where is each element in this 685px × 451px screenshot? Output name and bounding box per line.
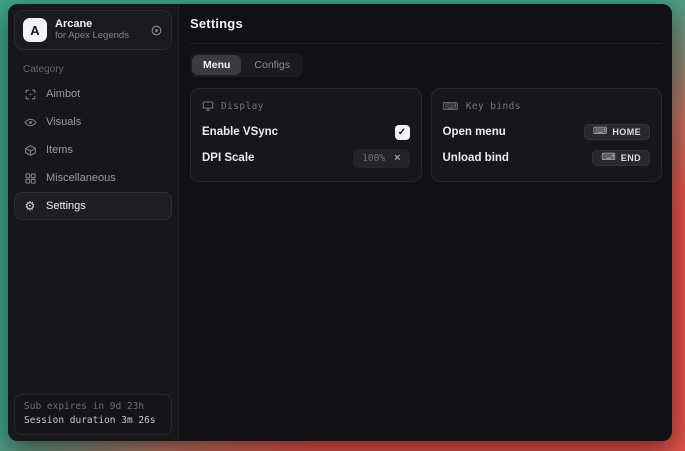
app-logo-card: A Arcane for Apex Legends: [14, 10, 172, 50]
app-logo: A: [23, 18, 47, 42]
unload-bind-row: Unload bind ⌨ END: [443, 145, 651, 171]
sidebar-item-label: Items: [46, 144, 73, 156]
unload-bind-button[interactable]: ⌨ END: [592, 150, 650, 166]
keybinds-card-title: Key binds: [466, 101, 521, 112]
main-header: Settings: [190, 4, 662, 44]
sidebar-item-label: Visuals: [46, 116, 81, 128]
subscription-status-card: Sub expires in 9d 23h Session duration 3…: [14, 394, 172, 436]
main-panel: Settings Menu Configs Display: [179, 4, 672, 441]
settings-tabs: Menu Configs: [190, 53, 303, 77]
sub-expires-text: Sub expires in 9d 23h: [24, 400, 162, 414]
check-icon: ✓: [398, 127, 406, 138]
sidebar-item-label: Aimbot: [46, 88, 80, 100]
sidebar-item-aimbot[interactable]: Aimbot: [14, 80, 172, 108]
keybinds-card: ⌨ Key binds Open menu ⌨ HOME Unload bind…: [431, 88, 663, 182]
display-card: Display Enable VSync ✓ DPI Scale 100% ×: [190, 88, 422, 182]
dpi-label: DPI Scale: [202, 152, 254, 164]
unload-bind-key: END: [621, 153, 641, 163]
category-label: Category: [23, 64, 172, 75]
vsync-row: Enable VSync ✓: [202, 119, 410, 145]
settings-cards-row: Display Enable VSync ✓ DPI Scale 100% ×: [190, 88, 662, 182]
app-identity: Arcane for Apex Legends: [55, 18, 129, 42]
dpi-scale-input[interactable]: 100% ×: [353, 149, 409, 168]
sidebar: A Arcane for Apex Legends Category: [8, 4, 179, 441]
clear-icon[interactable]: ×: [394, 153, 400, 164]
layout-grid-icon: [23, 172, 37, 185]
sidebar-item-settings[interactable]: ⚙ Settings: [14, 192, 172, 220]
package-icon: [23, 144, 37, 157]
sidebar-nav: Aimbot Visuals Items: [14, 80, 172, 220]
open-menu-bind-key: HOME: [612, 127, 641, 137]
app-title: Arcane: [55, 18, 129, 30]
target-icon[interactable]: [150, 24, 163, 37]
dpi-scale-value: 100%: [362, 153, 385, 164]
session-duration-text: Session duration 3m 26s: [24, 414, 162, 428]
vsync-checkbox[interactable]: ✓: [395, 125, 410, 140]
keyboard-icon: ⌨: [601, 153, 615, 163]
sidebar-item-label: Settings: [46, 200, 86, 212]
sidebar-item-label: Miscellaneous: [46, 172, 116, 184]
keybinds-card-header: ⌨ Key binds: [443, 98, 651, 114]
open-menu-bind-button[interactable]: ⌨ HOME: [584, 124, 650, 140]
monitor-icon: [202, 100, 214, 112]
gear-icon: ⚙: [23, 200, 37, 212]
app-window: A Arcane for Apex Legends Category: [8, 4, 672, 441]
sidebar-item-visuals[interactable]: Visuals: [14, 108, 172, 136]
tab-configs[interactable]: Configs: [243, 55, 301, 75]
display-card-header: Display: [202, 98, 410, 114]
display-card-title: Display: [221, 101, 264, 112]
tab-menu[interactable]: Menu: [192, 55, 241, 75]
eye-icon: [23, 116, 37, 129]
sidebar-item-miscellaneous[interactable]: Miscellaneous: [14, 164, 172, 192]
page-title: Settings: [190, 16, 243, 31]
crosshair-icon: [23, 88, 37, 101]
open-menu-label: Open menu: [443, 126, 506, 138]
keyboard-icon: ⌨: [593, 127, 607, 137]
keyboard-icon: ⌨: [443, 101, 459, 112]
open-menu-row: Open menu ⌨ HOME: [443, 119, 651, 145]
sidebar-item-items[interactable]: Items: [14, 136, 172, 164]
app-subtitle: for Apex Legends: [55, 31, 129, 41]
unload-bind-label: Unload bind: [443, 152, 509, 164]
dpi-row: DPI Scale 100% ×: [202, 145, 410, 171]
vsync-label: Enable VSync: [202, 126, 278, 138]
